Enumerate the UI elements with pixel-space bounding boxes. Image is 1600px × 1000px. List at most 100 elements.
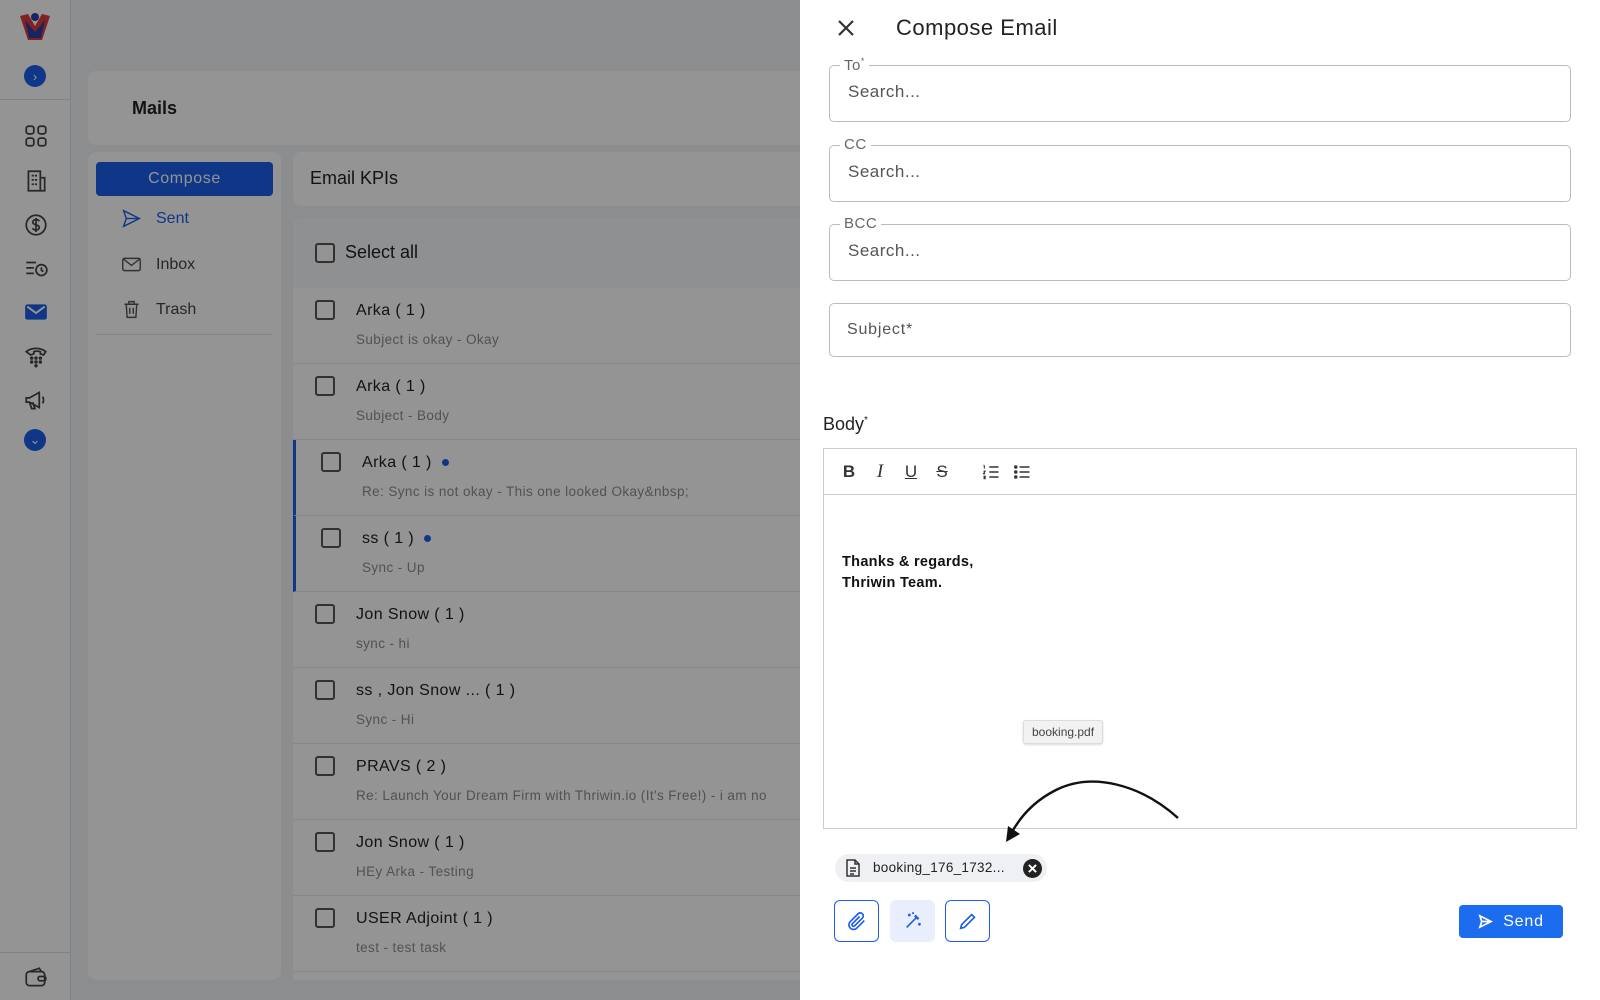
to-input[interactable] xyxy=(848,82,1548,102)
email-list: Select all Arka ( 1 ) Subject is okay - O… xyxy=(293,218,800,980)
nav-item-trash[interactable]: Trash xyxy=(121,299,196,320)
to-label: To* xyxy=(840,56,869,74)
select-all[interactable]: Select all xyxy=(315,242,418,263)
cc-field[interactable]: CC xyxy=(829,136,1571,202)
building-icon[interactable] xyxy=(22,167,49,194)
signature-button[interactable] xyxy=(945,900,990,942)
email-sender: USER Adjoint ( 1 ) xyxy=(356,910,494,927)
select-all-checkbox[interactable] xyxy=(315,242,335,263)
body-editor[interactable]: B I U S Thanks & regards, Thriwin Team. … xyxy=(823,448,1577,829)
cc-label: CC xyxy=(840,136,871,153)
drag-arrow-icon xyxy=(1006,780,1179,842)
bold-button[interactable]: B xyxy=(838,461,860,483)
bullet-list-icon[interactable] xyxy=(1011,461,1033,483)
task-list-icon[interactable] xyxy=(22,255,49,282)
email-row[interactable]: ss ( 1 ) Sync - Up xyxy=(293,516,800,592)
ordered-list-icon[interactable] xyxy=(980,461,1002,483)
top-bar xyxy=(71,0,800,56)
strikethrough-button[interactable]: S xyxy=(931,461,953,483)
bcc-field[interactable]: BCC xyxy=(829,215,1571,281)
email-row[interactable]: ss , Jon Snow ... ( 1 ) Sync - Hi xyxy=(293,668,800,744)
nav-item-inbox[interactable]: Inbox xyxy=(121,254,195,275)
attach-file-button[interactable] xyxy=(834,900,879,942)
nav-item-label: Sent xyxy=(156,209,189,227)
to-field[interactable]: To* xyxy=(829,56,1571,122)
email-row[interactable]: Jon Snow ( 1 ) sync - hi xyxy=(293,592,800,668)
pen-icon xyxy=(959,913,976,930)
megaphone-icon[interactable] xyxy=(22,386,49,413)
paperclip-icon xyxy=(847,912,865,931)
left-rail: › ⌄ xyxy=(0,0,71,1000)
email-row-checkbox[interactable] xyxy=(321,528,341,548)
underline-button[interactable]: U xyxy=(900,461,922,483)
file-icon xyxy=(845,859,861,877)
signature-line: Thanks & regards, xyxy=(842,554,974,570)
magic-wand-icon xyxy=(905,912,921,929)
ai-assist-button[interactable] xyxy=(890,900,935,942)
subject-placeholder: Subject* xyxy=(847,321,913,338)
email-row-checkbox[interactable] xyxy=(315,680,335,700)
trash-icon xyxy=(124,300,139,319)
email-preview: Sync - Hi xyxy=(356,712,415,727)
email-row[interactable]: Arka ( 1 ) Subject is okay - Okay xyxy=(293,288,800,364)
mail-icon[interactable] xyxy=(22,298,49,325)
email-row-checkbox[interactable] xyxy=(315,832,335,852)
email-sender: ss ( 1 ) xyxy=(362,530,432,548)
signature-line: Thriwin Team. xyxy=(842,575,943,591)
attachment-chip[interactable]: booking_176_1732... xyxy=(835,854,1047,882)
email-row-checkbox[interactable] xyxy=(315,604,335,624)
app-logo[interactable] xyxy=(16,10,54,46)
email-signature[interactable]: Thanks & regards, Thriwin Team. xyxy=(842,552,974,594)
cc-input[interactable] xyxy=(848,162,1548,182)
page-title: Mails xyxy=(132,98,178,118)
more-rail-button[interactable]: ⌄ xyxy=(24,429,46,451)
email-row-checkbox[interactable] xyxy=(315,300,335,320)
close-icon[interactable] xyxy=(834,16,858,40)
page-header: Mails xyxy=(88,71,800,145)
rail-divider xyxy=(0,99,71,100)
email-sender: Arka ( 1 ) xyxy=(356,302,426,319)
email-row-checkbox[interactable] xyxy=(321,452,341,472)
email-row[interactable]: PRAVS ( 2 ) Re: Launch Your Dream Firm wi… xyxy=(293,744,800,820)
email-preview: sync - hi xyxy=(356,636,410,651)
attachment-name: booking_176_1732... xyxy=(873,860,1005,875)
mail-sidebar: Compose Sent Inbox Trash xyxy=(88,152,281,980)
rail-divider-bottom xyxy=(0,952,71,953)
body-label: Body* xyxy=(823,414,868,434)
email-sender: Arka ( 1 ) xyxy=(356,378,426,395)
phone-keypad-icon[interactable] xyxy=(22,342,49,369)
send-button[interactable]: Send xyxy=(1459,905,1563,938)
email-row-checkbox[interactable] xyxy=(315,376,335,396)
bcc-label: BCC xyxy=(840,215,882,232)
email-preview: Subject is okay - Okay xyxy=(356,332,500,347)
subject-field[interactable]: Subject* xyxy=(829,303,1571,357)
remove-attachment-button[interactable] xyxy=(1023,859,1042,878)
email-preview: Subject - Body xyxy=(356,408,450,423)
dashboard-icon[interactable] xyxy=(22,122,49,149)
email-sender: Jon Snow ( 1 ) xyxy=(356,606,465,623)
wallet-icon[interactable] xyxy=(22,963,49,990)
email-row[interactable]: Arka ( 1 ) Re: Sync is not okay - This on… xyxy=(293,440,800,516)
email-preview: test - test task xyxy=(356,940,447,955)
select-all-label: Select all xyxy=(345,242,419,262)
email-row[interactable]: USER Adjoint ( 1 ) test - test task xyxy=(293,896,800,972)
email-row-checkbox[interactable] xyxy=(315,756,335,776)
email-preview: Re: Sync is not okay - This one looked O… xyxy=(362,484,690,499)
compose-button[interactable]: Compose xyxy=(96,162,273,196)
dollar-icon[interactable] xyxy=(22,211,49,238)
email-preview: HEy Arka - Testing xyxy=(356,864,474,879)
drag-file-tooltip: booking.pdf xyxy=(1023,720,1104,744)
nav-item-sent[interactable]: Sent xyxy=(121,208,189,229)
send-icon xyxy=(122,209,141,228)
unread-dot xyxy=(424,535,432,543)
bcc-input[interactable] xyxy=(848,241,1548,261)
email-sender: Jon Snow ( 1 ) xyxy=(356,834,465,851)
email-row[interactable]: Arka ( 1 ) Subject - Body xyxy=(293,364,800,440)
email-kpis-bar[interactable]: Email KPIs xyxy=(293,152,800,206)
email-row-checkbox[interactable] xyxy=(315,908,335,928)
email-kpis-title: Email KPIs xyxy=(310,168,399,188)
nav-item-label: Trash xyxy=(156,300,197,318)
expand-rail-button[interactable]: › xyxy=(24,65,46,87)
italic-button[interactable]: I xyxy=(869,461,891,483)
email-row[interactable]: Jon Snow ( 1 ) HEy Arka - Testing xyxy=(293,820,800,896)
